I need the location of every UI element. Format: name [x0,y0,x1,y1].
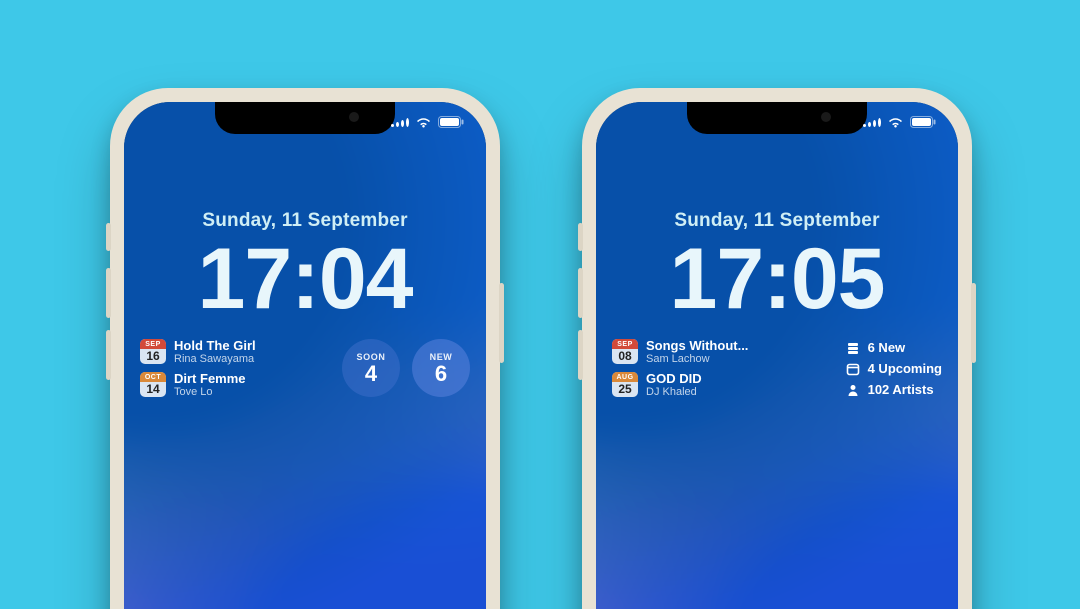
wifi-icon [887,116,904,128]
lock-screen-content: Sunday, 11 September 17:04 SEP 16 Hold T… [124,210,486,398]
count-widgets: SOON 4 NEW 6 [342,338,470,398]
phone-mockup-left: Sunday, 11 September 17:04 SEP 16 Hold T… [110,88,500,609]
album-row[interactable]: SEP 16 Hold The Girl Rina Sawayama [140,338,328,365]
promo-stage: Sunday, 11 September 17:04 SEP 16 Hold T… [0,0,1080,609]
album-row[interactable]: OCT 14 Dirt Femme Tove Lo [140,371,328,398]
album-row[interactable]: AUG 25 GOD DID DJ Khaled [612,371,832,398]
album-title: Songs Without... [646,338,748,353]
album-artist: Rina Sawayama [174,353,256,365]
album-title: GOD DID [646,371,702,386]
album-artist: DJ Khaled [646,386,702,398]
volume-up-button [106,268,111,318]
stack-icon [846,341,860,355]
album-artist: Tove Lo [174,386,246,398]
stat-text: 6 New [868,340,906,355]
badge-day: 25 [612,382,638,397]
badge-month: SEP [140,339,166,349]
stat-artists: 102 Artists [846,382,942,397]
album-artist: Sam Lachow [646,353,748,365]
badge-month: OCT [140,372,166,382]
calendar-badge-icon: SEP 08 [612,339,638,364]
calendar-icon [846,362,860,376]
stat-text: 4 Upcoming [868,361,942,376]
album-title: Hold The Girl [174,338,256,353]
calendar-badge-icon: SEP 16 [140,339,166,364]
volume-down-button [578,330,583,380]
battery-icon [910,116,936,128]
power-button [499,283,504,363]
cellular-signal-icon [863,118,881,127]
badge-month: AUG [612,372,638,382]
stat-new: 6 New [846,340,942,355]
stat-text: 102 Artists [868,382,934,397]
widget-label: SOON [357,352,386,362]
wifi-icon [415,116,432,128]
album-row[interactable]: SEP 08 Songs Without... Sam Lachow [612,338,832,365]
lock-screen[interactable]: Sunday, 11 September 17:04 SEP 16 Hold T… [124,102,486,609]
new-count-widget[interactable]: NEW 6 [412,339,470,397]
widget-value: 6 [435,363,447,385]
widget-value: 4 [365,363,377,385]
lock-screen-widgets: SEP 16 Hold The Girl Rina Sawayama OCT [140,338,470,398]
soon-count-widget[interactable]: SOON 4 [342,339,400,397]
notch [687,102,867,134]
volume-down-button [106,330,111,380]
badge-day: 16 [140,349,166,364]
badge-day: 08 [612,349,638,364]
lock-screen-time: 17:04 [198,236,413,322]
mute-switch [578,223,583,251]
battery-icon [438,116,464,128]
badge-day: 14 [140,382,166,397]
lock-screen-date: Sunday, 11 September [674,210,879,232]
cellular-signal-icon [391,118,409,127]
volume-up-button [578,268,583,318]
calendar-badge-icon: OCT 14 [140,372,166,397]
badge-month: SEP [612,339,638,349]
upcoming-albums-widget[interactable]: SEP 16 Hold The Girl Rina Sawayama OCT [140,338,328,398]
phone-mockup-right: Sunday, 11 September 17:05 SEP 08 Songs … [582,88,972,609]
lock-screen-widgets: SEP 08 Songs Without... Sam Lachow AUG [612,338,942,398]
person-icon [846,383,860,397]
stats-widget[interactable]: 6 New 4 Upcoming 102 Artis [846,338,942,398]
album-title: Dirt Femme [174,371,246,386]
notch [215,102,395,134]
lock-screen-date: Sunday, 11 September [202,210,407,232]
power-button [971,283,976,363]
status-bar [863,116,936,128]
status-bar [391,116,464,128]
calendar-badge-icon: AUG 25 [612,372,638,397]
lock-screen-time: 17:05 [670,236,885,322]
stat-upcoming: 4 Upcoming [846,361,942,376]
lock-screen-content: Sunday, 11 September 17:05 SEP 08 Songs … [596,210,958,398]
widget-label: NEW [430,352,453,362]
lock-screen[interactable]: Sunday, 11 September 17:05 SEP 08 Songs … [596,102,958,609]
upcoming-albums-widget[interactable]: SEP 08 Songs Without... Sam Lachow AUG [612,338,832,398]
mute-switch [106,223,111,251]
